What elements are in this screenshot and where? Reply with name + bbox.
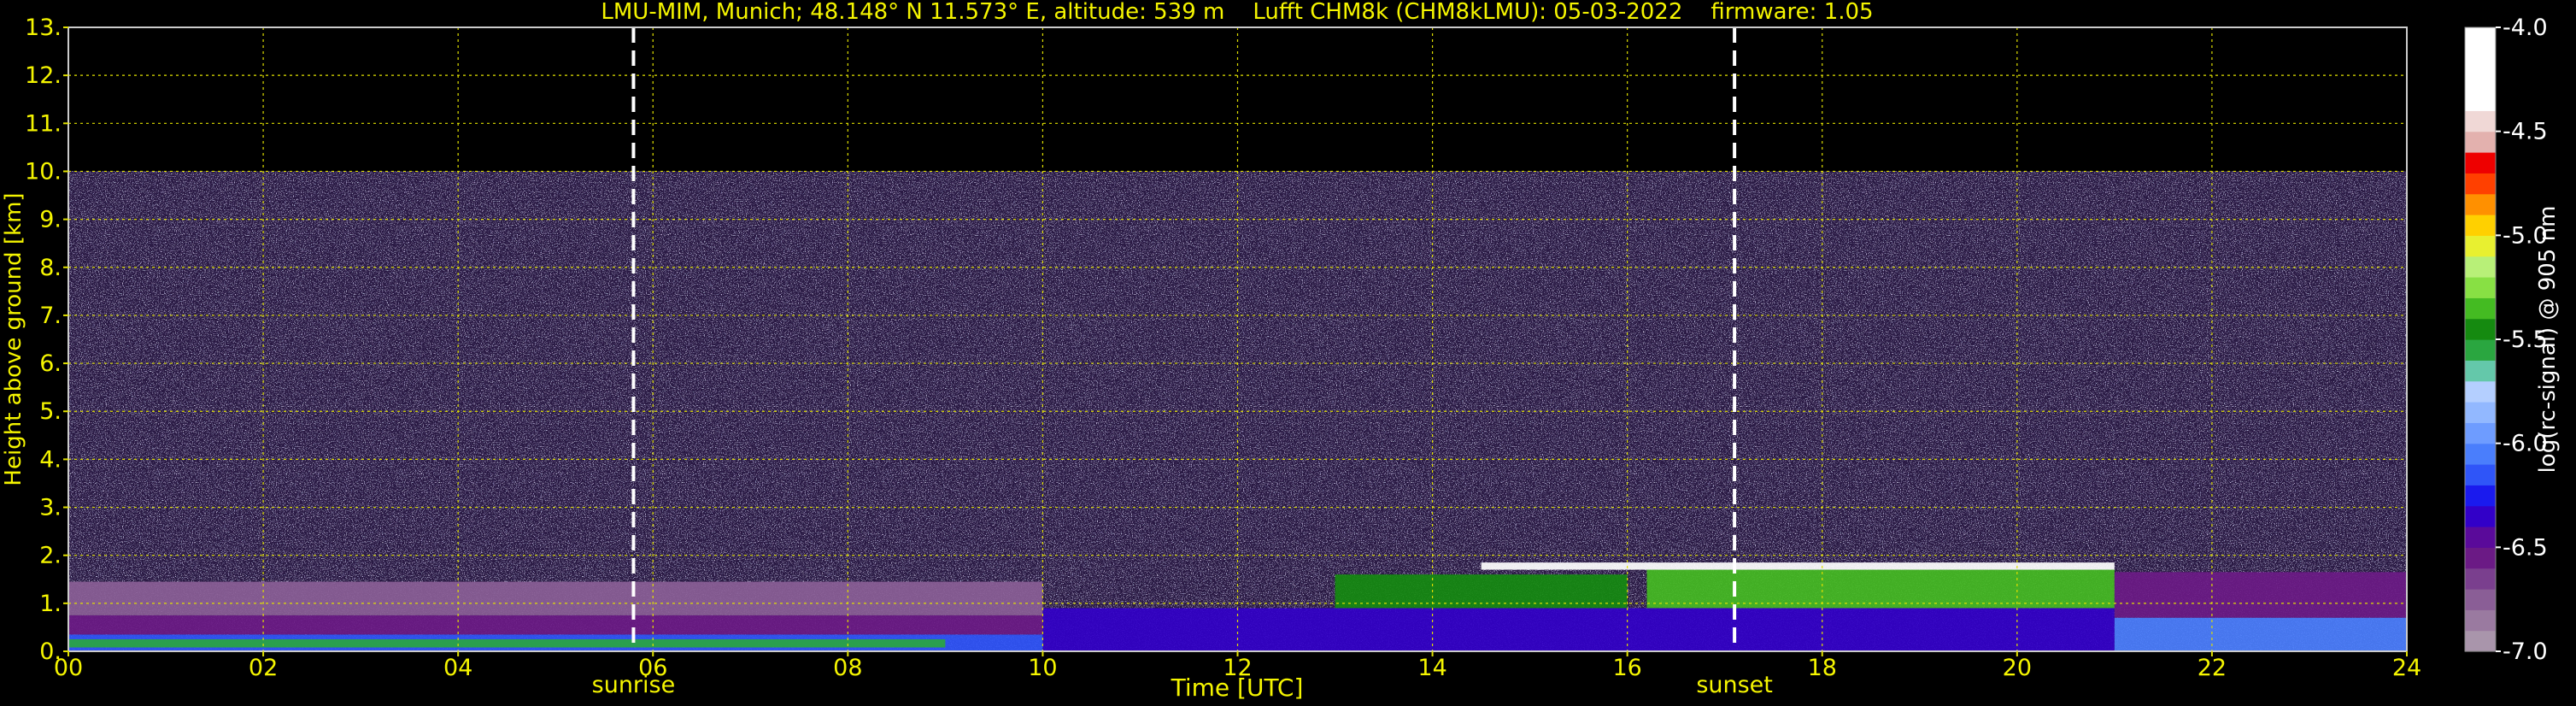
colorbar-segment xyxy=(2465,256,2496,278)
colorbar-segment xyxy=(2465,609,2496,632)
y-tick-label: 11. xyxy=(25,110,62,137)
x-axis-label: Time [UTC] xyxy=(1171,674,1304,702)
y-tick-label: 3. xyxy=(39,495,62,521)
colorbar-segment xyxy=(2465,318,2496,340)
colorbar-segment xyxy=(2465,48,2496,70)
colorbar-segment xyxy=(2465,215,2496,236)
x-tick-label: 16 xyxy=(1612,655,1641,681)
colorbar-segment xyxy=(2465,402,2496,423)
ceilometer-chart: LMU-MIM, Munich; 48.148° N 11.573° E, al… xyxy=(0,0,2576,706)
colorbar-segment xyxy=(2465,193,2496,215)
y-tick-label: 7. xyxy=(39,303,62,329)
colorbar-segment xyxy=(2465,68,2496,91)
colorbar-tick-label: -4.5 xyxy=(2503,119,2548,145)
signal-layer xyxy=(2114,572,2407,618)
signal-layer xyxy=(1481,562,2115,570)
y-tick-label: 10. xyxy=(25,158,62,185)
colorbar-segment xyxy=(2465,568,2496,590)
colorbar-segment xyxy=(2465,131,2496,153)
signal-layer xyxy=(1646,569,2115,609)
colorbar-label: log(rc-signal) @ 905 nm xyxy=(2535,206,2561,474)
colorbar-segment xyxy=(2465,235,2496,257)
colorbar-segment xyxy=(2465,27,2496,49)
y-tick-label: 0. xyxy=(39,638,62,665)
y-tick-label: 12. xyxy=(25,62,62,89)
colorbar-segment xyxy=(2465,380,2496,403)
x-tick-label: 14 xyxy=(1417,655,1446,681)
x-tick-label: 02 xyxy=(249,655,278,681)
x-tick-label: 10 xyxy=(1028,655,1057,681)
y-tick-label: 4. xyxy=(39,446,62,473)
signal-layer xyxy=(2114,617,2407,651)
colorbar-segment xyxy=(2465,339,2496,361)
colorbar-tick-label: -4.0 xyxy=(2503,15,2548,41)
colorbar-segment xyxy=(2465,589,2496,610)
colorbar-segment xyxy=(2465,505,2496,527)
x-tick-label: 18 xyxy=(1808,655,1837,681)
colorbar-segment xyxy=(2465,547,2496,569)
sun-marker-label: sunset xyxy=(1696,672,1773,698)
colorbar-segment xyxy=(2465,464,2496,485)
colorbar-segment xyxy=(2465,173,2496,195)
x-tick-label: 06 xyxy=(638,655,667,681)
colorbar-segment xyxy=(2465,630,2496,652)
x-tick-label: 08 xyxy=(833,655,862,681)
x-tick-label: 22 xyxy=(2198,655,2227,681)
colorbar-segment xyxy=(2465,152,2496,174)
x-tick-label: 24 xyxy=(2392,655,2421,681)
y-tick-label: 8. xyxy=(39,255,62,281)
x-tick-label: 04 xyxy=(443,655,472,681)
signal-layer xyxy=(1042,608,2115,651)
y-tick-label: 9. xyxy=(39,207,62,233)
colorbar-segment xyxy=(2465,527,2496,548)
y-tick-label: 1. xyxy=(39,591,62,617)
colorbar-segment xyxy=(2465,277,2496,298)
colorbar-segment xyxy=(2465,297,2496,320)
colorbar-segment xyxy=(2465,110,2496,132)
colorbar-segment xyxy=(2465,360,2496,382)
y-tick-label: 13. xyxy=(25,15,62,41)
colorbar-tick-label: -6.5 xyxy=(2503,534,2548,561)
y-tick-label: 2. xyxy=(39,543,62,569)
colorbar-segment xyxy=(2465,422,2496,444)
y-tick-label: 5. xyxy=(39,398,62,425)
colorbar-segment xyxy=(2465,485,2496,507)
signal-layer xyxy=(68,638,946,648)
y-axis-label: Height above ground [km] xyxy=(1,192,26,485)
signal-layer xyxy=(68,581,1043,615)
colorbar-segment xyxy=(2465,443,2496,465)
y-tick-label: 6. xyxy=(39,350,62,377)
x-tick-label: 20 xyxy=(2003,655,2032,681)
signal-layer xyxy=(68,615,1043,635)
colorbar-tick-label: -7.0 xyxy=(2503,638,2548,665)
colorbar-segment xyxy=(2465,90,2496,111)
chart-title: LMU-MIM, Munich; 48.148° N 11.573° E, al… xyxy=(601,0,1873,25)
